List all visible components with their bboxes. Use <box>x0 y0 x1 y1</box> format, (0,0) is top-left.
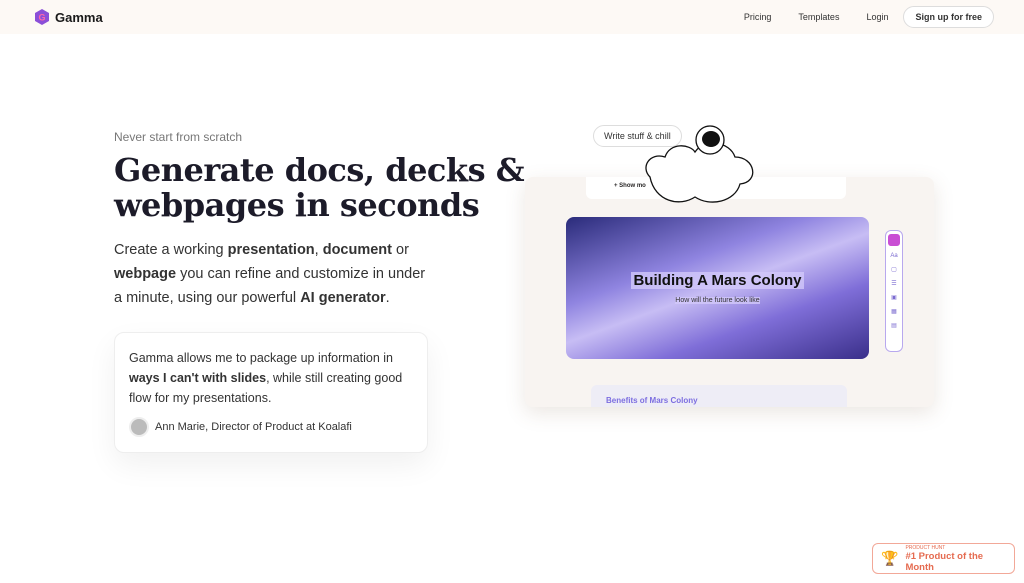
logo[interactable]: G Gamma <box>34 9 103 25</box>
title-line-1: Generate docs, decks & <box>114 151 525 189</box>
desc-segment: presentation <box>227 242 315 258</box>
page-title: Generate docs, decks & webpages in second… <box>114 151 525 224</box>
gamma-logo-icon: G <box>35 9 49 25</box>
desc-segment: webpage <box>114 266 177 282</box>
trophy-icon: 🏆 <box>881 550 899 566</box>
desc-segment: . <box>385 290 390 306</box>
astronaut-cloud-illustration <box>645 125 754 203</box>
testimonial-text: Gamma allows me to package up informatio… <box>129 351 403 405</box>
list-tool-icon[interactable]: ☰ <box>891 280 896 287</box>
text-tool-icon[interactable]: Aa <box>890 253 897 259</box>
slide-title: Building A Mars Colony <box>631 272 804 289</box>
product-hunt-badge[interactable]: 🏆 PRODUCT HUNT #1 Product of the Month <box>872 543 1015 574</box>
top-nav: G Gamma Pricing Templates Login Sign up … <box>0 0 1024 34</box>
table-tool-icon[interactable]: ▦ <box>891 308 897 315</box>
image-tool-icon[interactable]: ▢ <box>891 266 897 273</box>
desc-segment: AI generator <box>300 290 386 306</box>
title-line-2: webpages in seconds <box>114 186 480 224</box>
signup-button[interactable]: Sign up for free <box>903 6 994 28</box>
next-card: Benefits of Mars Colony <box>591 385 847 407</box>
nav-login[interactable]: Login <box>866 12 888 22</box>
demo-preview: + Show mo Building A Mars Colony How wil… <box>525 177 934 407</box>
card-icon[interactable] <box>888 234 900 246</box>
slide-card: Building A Mars Colony How will the futu… <box>566 217 869 359</box>
badge-title: #1 Product of the Month <box>905 550 984 573</box>
testimonial-author: Ann Marie, Director of Product at Koalaf… <box>155 421 352 433</box>
desc-segment: , <box>314 242 323 258</box>
testimonial-card: Gamma allows me to package up informatio… <box>114 332 428 453</box>
avatar <box>129 417 149 437</box>
nav-pricing[interactable]: Pricing <box>744 12 772 22</box>
hero-description: Create a working presentation, document … <box>114 238 434 310</box>
layout-tool-icon[interactable]: ▤ <box>891 322 897 329</box>
slide-subtitle: How will the future look like <box>675 297 760 304</box>
nav-templates[interactable]: Templates <box>798 12 839 22</box>
desc-segment: Create a working <box>114 242 228 258</box>
brand-name: Gamma <box>55 9 103 25</box>
svg-text:G: G <box>39 13 46 23</box>
desc-segment: or <box>392 242 409 258</box>
toolbar: Aa ▢ ☰ ▣ ▦ ▤ <box>885 230 903 352</box>
media-tool-icon[interactable]: ▣ <box>891 294 897 301</box>
eyebrow: Never start from scratch <box>114 130 243 144</box>
desc-segment: document <box>322 242 392 258</box>
